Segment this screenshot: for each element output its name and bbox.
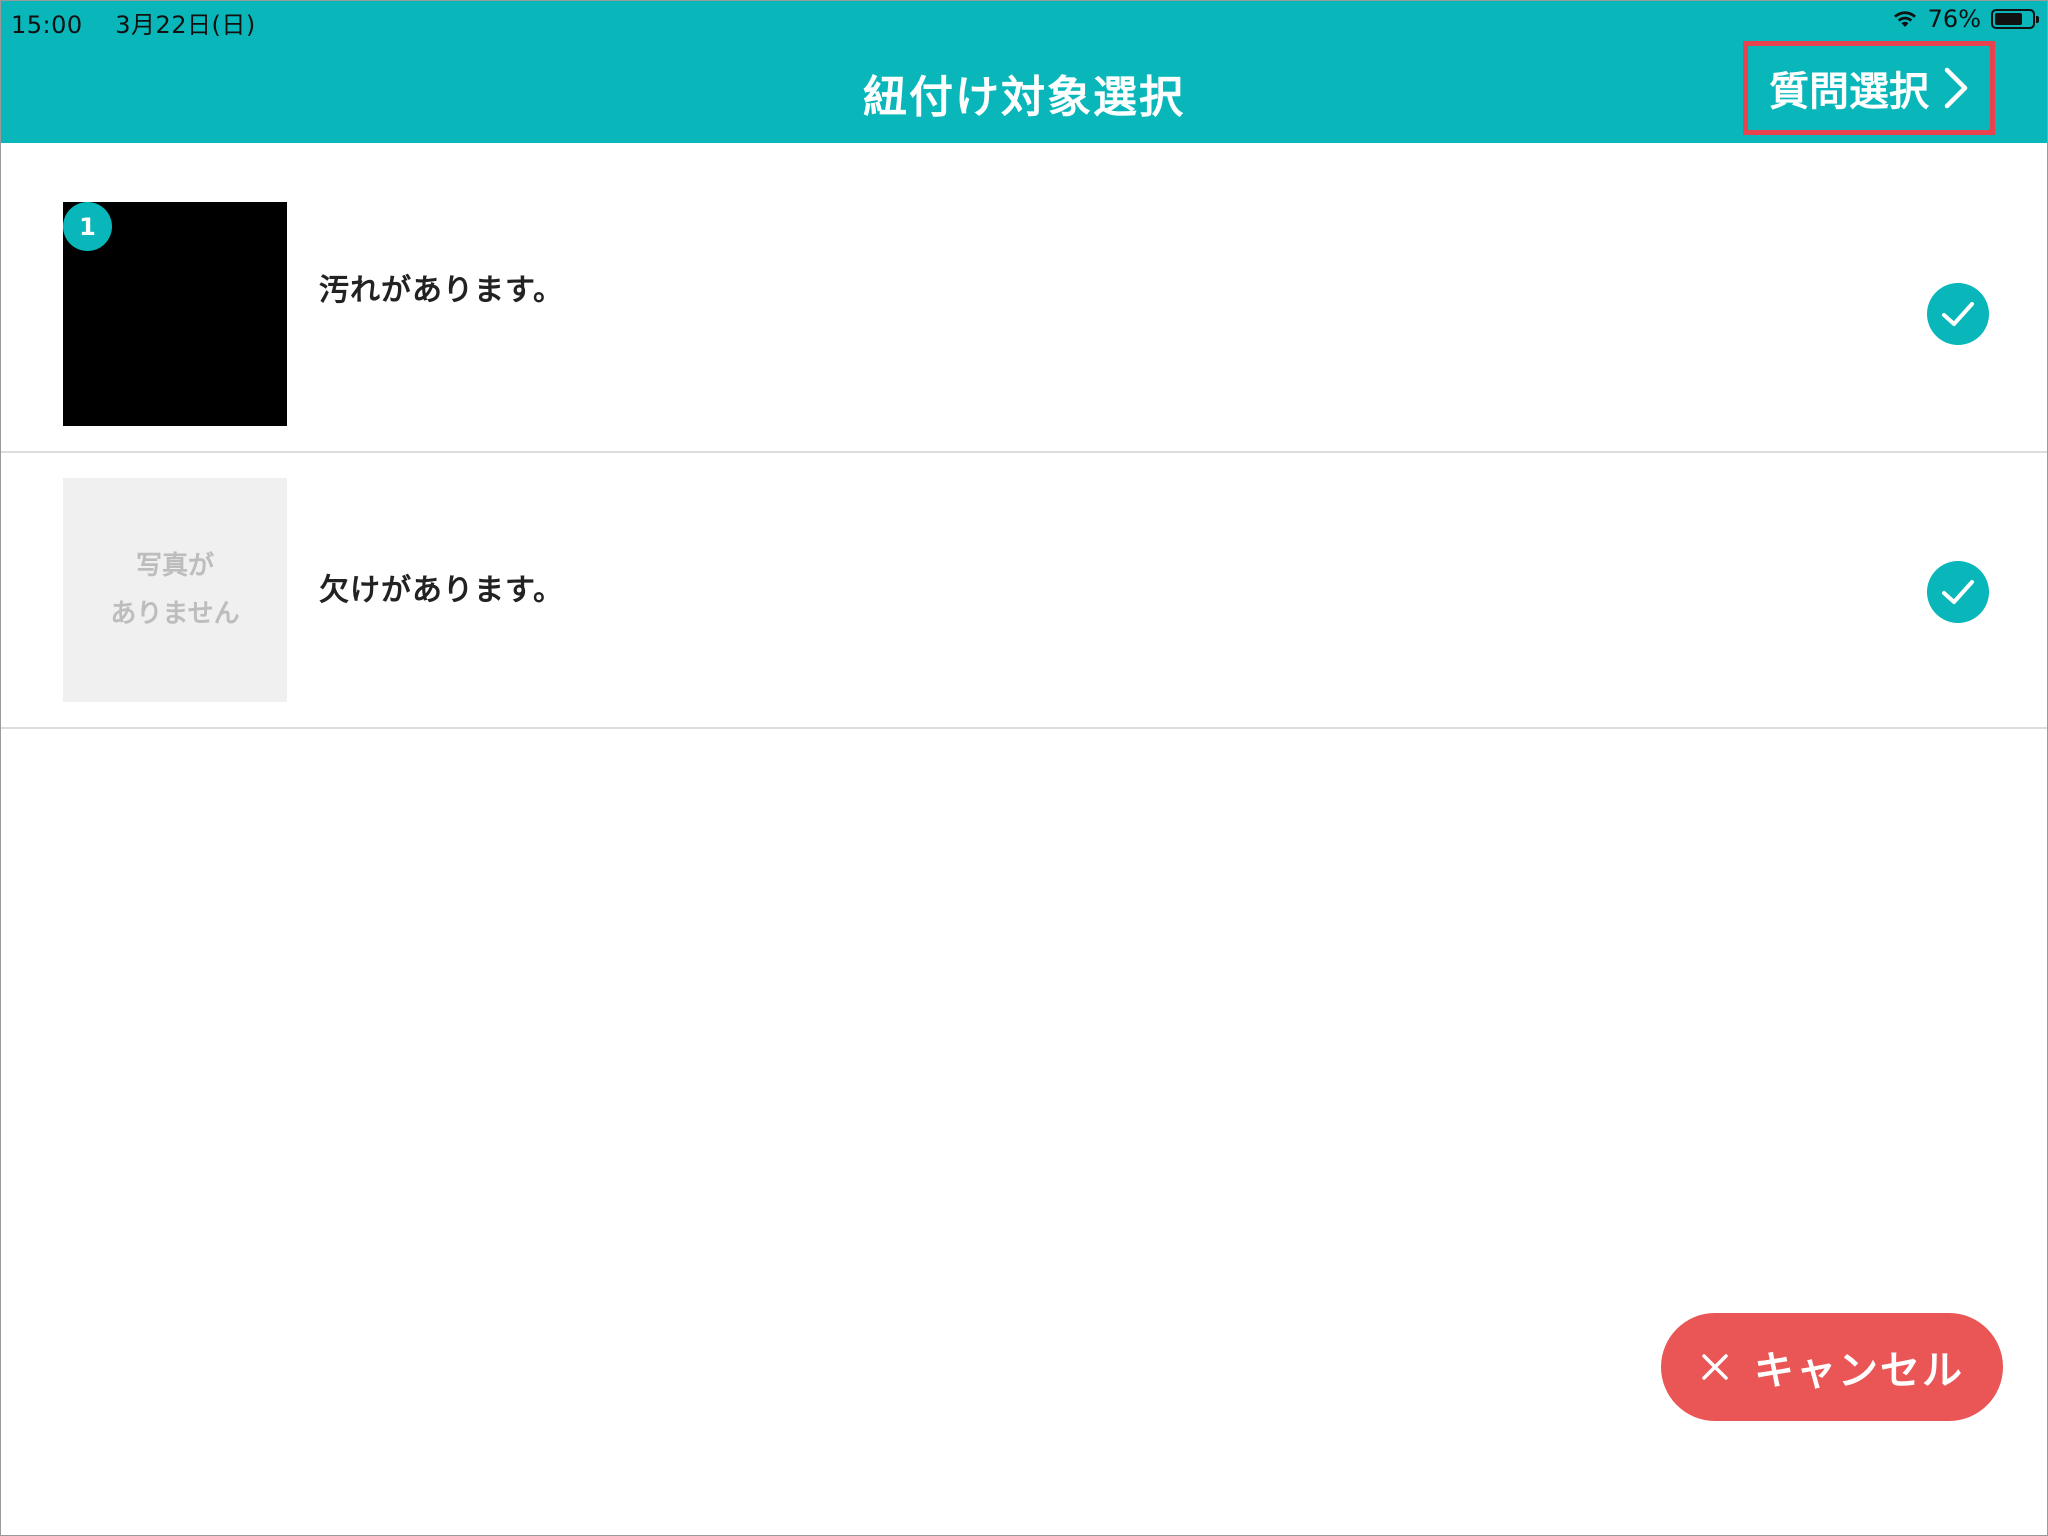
question-select-button[interactable]: 質問選択 <box>1743 41 1995 135</box>
item-label: 汚れがあります。 <box>319 273 564 308</box>
status-bar-left: 15:00 3月22日(日) <box>11 5 256 40</box>
page-title: 紐付け対象選択 <box>863 72 1185 123</box>
battery-level <box>1995 13 2023 25</box>
checkmark-button[interactable] <box>1927 283 1989 345</box>
battery-percent: 76% <box>1927 5 1981 33</box>
checkmark-button[interactable] <box>1927 561 1989 623</box>
photo-count-badge: 1 <box>63 202 112 251</box>
close-icon <box>1702 1354 1728 1380</box>
placeholder-text-line1: 写真が <box>135 551 214 581</box>
chevron-right-icon <box>1944 67 1968 109</box>
battery-icon <box>1991 9 2039 29</box>
checkmark-icon <box>1942 580 1974 604</box>
list-item[interactable]: 写真が ありません 欠けがあります。 <box>1 453 2047 729</box>
item-label: 欠けがあります。 <box>319 573 564 608</box>
wifi-icon <box>1893 11 1916 27</box>
list-item[interactable]: 1 汚れがあります。 <box>1 177 2047 453</box>
status-bar-right: 76% <box>1892 5 2039 33</box>
cancel-button[interactable]: キャンセル <box>1661 1313 2003 1421</box>
status-time: 15:00 <box>11 11 83 39</box>
no-photo-placeholder: 写真が ありません <box>63 478 287 702</box>
cancel-label: キャンセル <box>1754 1348 1964 1394</box>
checkmark-icon <box>1942 302 1974 326</box>
app-screen: 15:00 3月22日(日) 76% 紐付け対象選択 質問選択 1 汚れがありま… <box>0 0 2048 1536</box>
question-select-label: 質問選択 <box>1769 69 1929 115</box>
placeholder-text-line2: ありません <box>110 599 240 629</box>
status-date: 3月22日(日) <box>115 11 256 39</box>
navigation-header: 15:00 3月22日(日) 76% 紐付け対象選択 質問選択 <box>1 1 2047 143</box>
